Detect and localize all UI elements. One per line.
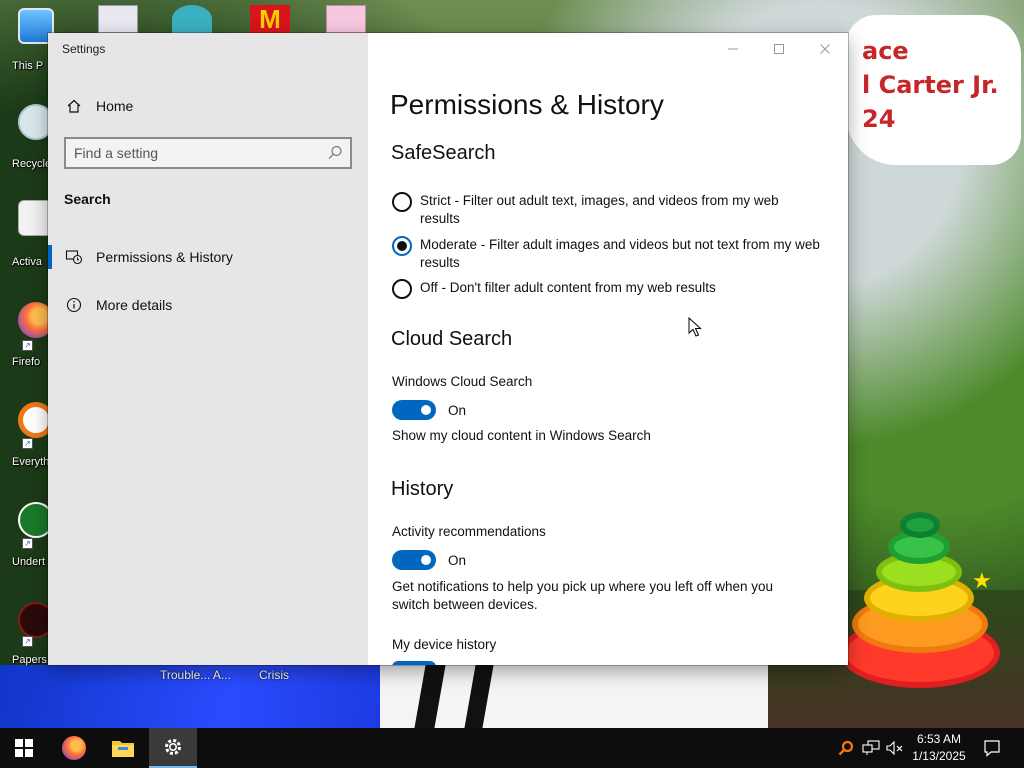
christmas-tree-decoration: ★ xyxy=(838,490,1018,720)
toggle-state-label: On xyxy=(448,402,467,418)
clock-time: 6:53 AM xyxy=(916,732,962,746)
desktop-top-icon-4[interactable] xyxy=(326,5,366,33)
nav-home[interactable]: Home xyxy=(64,95,133,117)
settings-content: Permissions & History SafeSearch Strict … xyxy=(368,33,848,665)
sidebar-item-label: More details xyxy=(96,297,173,313)
sidebar-section-title: Search xyxy=(64,191,111,207)
shield-history-icon xyxy=(64,247,84,267)
radio-label: Strict - Filter out adult text, images, … xyxy=(420,193,779,226)
taskbar-settings-button[interactable] xyxy=(149,728,197,768)
network-icon xyxy=(862,740,880,755)
my-device-history-label: My device history xyxy=(392,637,497,652)
gear-icon xyxy=(165,739,181,755)
tray-search-everything[interactable] xyxy=(836,728,856,768)
settings-sidebar: Settings Home Search Permissions & Histo… xyxy=(48,33,368,665)
windows-cloud-search-toggle[interactable] xyxy=(392,400,436,420)
search-icon xyxy=(326,144,344,162)
safesearch-option-moderate[interactable]: Moderate - Filter adult images and video… xyxy=(392,236,822,272)
nav-home-label: Home xyxy=(96,98,134,114)
cloud-search-heading: Cloud Search xyxy=(391,328,513,350)
windows-cloud-search-label: Windows Cloud Search xyxy=(392,374,533,389)
safesearch-option-off[interactable]: Off - Don't filter adult content from my… xyxy=(392,279,822,299)
find-setting-search[interactable] xyxy=(64,137,352,169)
sidebar-item-more-details[interactable]: More details xyxy=(48,285,368,325)
window-title: Settings xyxy=(62,42,106,56)
folder-icon xyxy=(112,741,134,757)
activity-recommendations-toggle-row: On xyxy=(392,550,466,570)
tray-network[interactable] xyxy=(860,728,882,768)
shortcut-arrow-icon: ↗ xyxy=(22,340,33,351)
desktop-label-trouble[interactable]: Trouble... A... xyxy=(160,668,231,682)
clock-date: 1/13/2025 xyxy=(912,749,966,763)
radio-button[interactable] xyxy=(392,192,412,212)
activity-recommendations-toggle[interactable] xyxy=(392,550,436,570)
toggle-state-label: On xyxy=(448,552,467,568)
sidebar-item-permissions-history[interactable]: Permissions & History xyxy=(48,237,368,277)
my-device-history-toggle[interactable] xyxy=(392,661,436,665)
tray-volume[interactable] xyxy=(884,728,906,768)
radio-button-checked[interactable] xyxy=(392,236,412,256)
action-center-button[interactable] xyxy=(978,728,1006,768)
sidebar-item-label: Permissions & History xyxy=(96,249,233,265)
desktop-top-icon-2[interactable] xyxy=(172,5,212,33)
safesearch-heading: SafeSearch xyxy=(391,142,496,164)
maximize-button[interactable] xyxy=(756,33,802,65)
desktop-top-icon-1[interactable] xyxy=(98,5,138,33)
volume-muted-icon xyxy=(886,740,903,756)
desktop-label-crisis[interactable]: Crisis xyxy=(259,668,289,682)
minimize-button[interactable] xyxy=(710,33,756,65)
radio-button[interactable] xyxy=(392,279,412,299)
shortcut-arrow-icon: ↗ xyxy=(22,636,33,647)
settings-window: Settings Home Search Permissions & Histo… xyxy=(48,33,848,665)
radio-label: Moderate - Filter adult images and video… xyxy=(420,237,820,270)
cloud-search-description: Show my cloud content in Windows Search xyxy=(392,428,651,443)
safesearch-option-strict[interactable]: Strict - Filter out adult text, images, … xyxy=(392,192,822,228)
taskbar: 6:53 AM 1/13/2025 xyxy=(0,728,1024,768)
notification-icon xyxy=(984,740,1000,757)
shortcut-arrow-icon: ↗ xyxy=(22,438,33,449)
windows-logo-icon xyxy=(15,739,33,757)
close-button[interactable] xyxy=(802,33,848,65)
radio-label: Off - Don't filter adult content from my… xyxy=(420,280,716,295)
mouse-cursor xyxy=(688,316,702,342)
shortcut-arrow-icon: ↗ xyxy=(22,538,33,549)
desktop-top-icon-mcdonalds[interactable]: M xyxy=(250,5,290,33)
window-controls xyxy=(710,33,848,65)
info-icon xyxy=(64,295,84,315)
wallpaper-banner-text: ace l Carter Jr. 24 xyxy=(862,37,999,133)
start-button[interactable] xyxy=(0,728,48,768)
taskbar-clock[interactable]: 6:53 AM 1/13/2025 xyxy=(904,731,974,765)
taskbar-firefox-button[interactable] xyxy=(50,728,98,768)
magnifier-icon xyxy=(838,740,854,756)
history-heading: History xyxy=(391,478,454,500)
activity-recommendations-description: Get notifications to help you pick up wh… xyxy=(392,579,773,612)
page-title: Permissions & History xyxy=(390,89,664,120)
activity-recommendations-label: Activity recommendations xyxy=(392,524,546,539)
home-icon xyxy=(64,96,84,116)
windows-cloud-search-toggle-row: On xyxy=(392,400,466,420)
find-setting-input[interactable] xyxy=(74,144,314,162)
taskbar-file-explorer-button[interactable] xyxy=(99,728,147,768)
firefox-icon xyxy=(62,736,86,760)
